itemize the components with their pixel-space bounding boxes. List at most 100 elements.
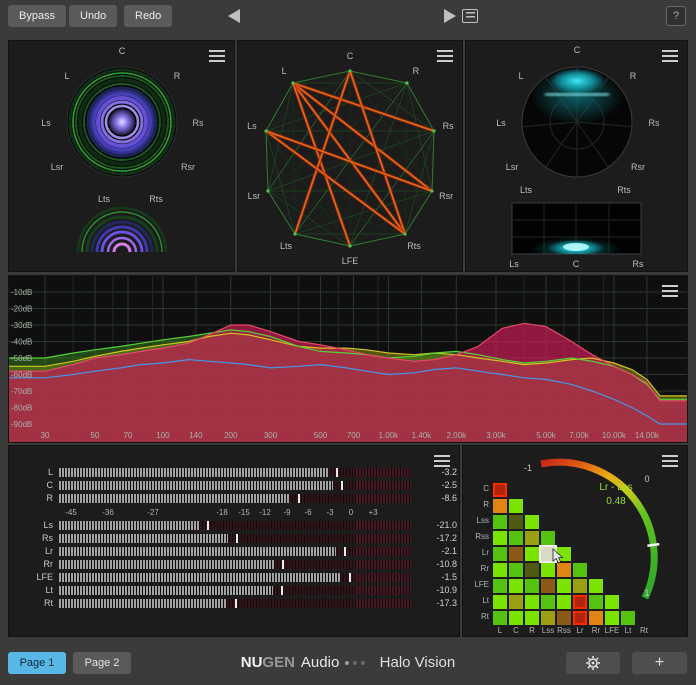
play-icon[interactable] xyxy=(444,9,456,23)
meters-display: L-3.2C-2.5R-8.6Ls-21.0Rs-17.2Lr-2.1Rr-10… xyxy=(9,446,459,636)
web-node-label: Rsr xyxy=(439,191,453,201)
matrix-cell[interactable] xyxy=(493,515,507,529)
matrix-cell[interactable] xyxy=(525,579,539,593)
channel-label: C xyxy=(574,45,581,55)
matrix-cell[interactable] xyxy=(573,611,587,625)
freq-axis-label: 7.00k xyxy=(569,431,590,440)
matrix-cell[interactable] xyxy=(541,579,555,593)
matrix-cell[interactable] xyxy=(525,563,539,577)
matrix-cell[interactable] xyxy=(509,563,523,577)
matrix-cell[interactable] xyxy=(621,611,635,625)
menu-icon[interactable] xyxy=(662,50,678,62)
matrix-cell[interactable] xyxy=(493,595,507,609)
matrix-cell[interactable] xyxy=(525,595,539,609)
page2-button[interactable]: Page 2 xyxy=(73,652,131,674)
matrix-cell[interactable] xyxy=(509,515,523,529)
settings-button[interactable] xyxy=(566,652,620,674)
matrix-cell[interactable] xyxy=(541,611,555,625)
matrix-cell[interactable] xyxy=(509,611,523,625)
channel-label: R xyxy=(174,71,181,81)
meter-peak-marker xyxy=(349,573,351,582)
meter-row: R-8.6 xyxy=(9,494,459,503)
matrix-cell[interactable] xyxy=(557,547,571,561)
brand-dot xyxy=(345,661,349,665)
matrix-cell[interactable] xyxy=(541,595,555,609)
matrix-cell[interactable] xyxy=(493,547,507,561)
matrix-cell[interactable] xyxy=(525,531,539,545)
add-module-button[interactable]: + xyxy=(632,652,687,674)
matrix-cell[interactable] xyxy=(605,595,619,609)
menu-icon[interactable] xyxy=(662,285,678,297)
freq-axis-label: 30 xyxy=(41,431,50,440)
undo-button[interactable]: Undo xyxy=(69,5,117,27)
matrix-cell[interactable] xyxy=(493,563,507,577)
matrix-cell[interactable] xyxy=(509,531,523,545)
meter-scale-label: -18 xyxy=(216,508,228,517)
matrix-cell[interactable] xyxy=(509,499,523,513)
matrix-cell[interactable] xyxy=(557,611,571,625)
playlist-icon[interactable] xyxy=(462,9,478,23)
matrix-cell[interactable] xyxy=(605,611,619,625)
meter-segments xyxy=(59,468,411,477)
matrix-cell[interactable] xyxy=(573,563,587,577)
matrix-cell[interactable] xyxy=(493,611,507,625)
meter-value: -2.5 xyxy=(413,480,457,490)
matrix-cell[interactable] xyxy=(573,579,587,593)
back-icon[interactable] xyxy=(228,9,240,23)
channel-label: R xyxy=(630,71,637,81)
channel-label: Ls xyxy=(496,118,506,128)
meter-peak-marker xyxy=(207,521,209,530)
matrix-cell[interactable] xyxy=(541,531,555,545)
page1-button[interactable]: Page 1 xyxy=(8,652,66,674)
matrix-grid: LCRLssRssLrRrLFELtRtCRLssRssLrRrLFELtRt xyxy=(463,446,687,636)
redo-button[interactable]: Redo xyxy=(124,5,172,27)
matrix-cell[interactable] xyxy=(509,579,523,593)
brand-product: Halo Vision xyxy=(380,654,456,671)
matrix-cell[interactable] xyxy=(589,595,603,609)
menu-icon[interactable] xyxy=(209,50,225,62)
meter-scale: -45-36-27-18-15-12-9-6-30+3 xyxy=(59,508,411,518)
matrix-col-label: Rt xyxy=(640,626,648,635)
matrix-cell[interactable] xyxy=(589,611,603,625)
matrix-cell[interactable] xyxy=(493,483,507,497)
meter-bar xyxy=(59,521,411,530)
help-button[interactable]: ? xyxy=(666,6,686,26)
matrix-cell[interactable] xyxy=(557,579,571,593)
meter-value: -10.9 xyxy=(413,585,457,595)
matrix-cell[interactable] xyxy=(525,515,539,529)
menu-icon[interactable] xyxy=(434,455,450,467)
meter-value: -17.2 xyxy=(413,533,457,543)
correlation-matrix-panel: LCRLssRssLrRrLFELtRtCRLssRssLrRrLFELtRt … xyxy=(462,445,688,637)
matrix-col-label: C xyxy=(513,626,519,635)
web-node-label: Rts xyxy=(407,241,421,251)
freq-axis-label: 70 xyxy=(124,431,133,440)
matrix-cell[interactable] xyxy=(541,563,555,577)
meter-row: Lr-2.1 xyxy=(9,547,459,556)
matrix-cell[interactable] xyxy=(493,499,507,513)
freq-axis-label: 1.00k xyxy=(379,431,400,440)
matrix-cell[interactable] xyxy=(589,579,603,593)
matrix-cell[interactable] xyxy=(557,595,571,609)
web-node-label: C xyxy=(347,51,354,61)
meter-scale-label: -27 xyxy=(147,508,159,517)
matrix-cell[interactable] xyxy=(493,579,507,593)
meter-peak-marker xyxy=(298,494,300,503)
matrix-cell[interactable] xyxy=(525,611,539,625)
matrix-cell[interactable] xyxy=(509,547,523,561)
matrix-cell[interactable] xyxy=(573,595,587,609)
matrix-row-label: Lr xyxy=(465,548,489,557)
matrix-cell[interactable] xyxy=(557,563,571,577)
matrix-cell[interactable] xyxy=(509,595,523,609)
matrix-cell[interactable] xyxy=(541,547,555,561)
meter-scale-label: -3 xyxy=(326,508,333,517)
meter-segments xyxy=(59,560,411,569)
menu-icon[interactable] xyxy=(437,50,453,62)
meter-bar xyxy=(59,586,411,595)
matrix-col-label: Lss xyxy=(542,626,554,635)
matrix-cell[interactable] xyxy=(525,547,539,561)
bypass-button[interactable]: Bypass xyxy=(8,5,66,27)
menu-icon[interactable] xyxy=(662,455,678,467)
web-node-label: LFE xyxy=(342,256,359,266)
channel-label: L xyxy=(64,71,69,81)
matrix-cell[interactable] xyxy=(493,531,507,545)
